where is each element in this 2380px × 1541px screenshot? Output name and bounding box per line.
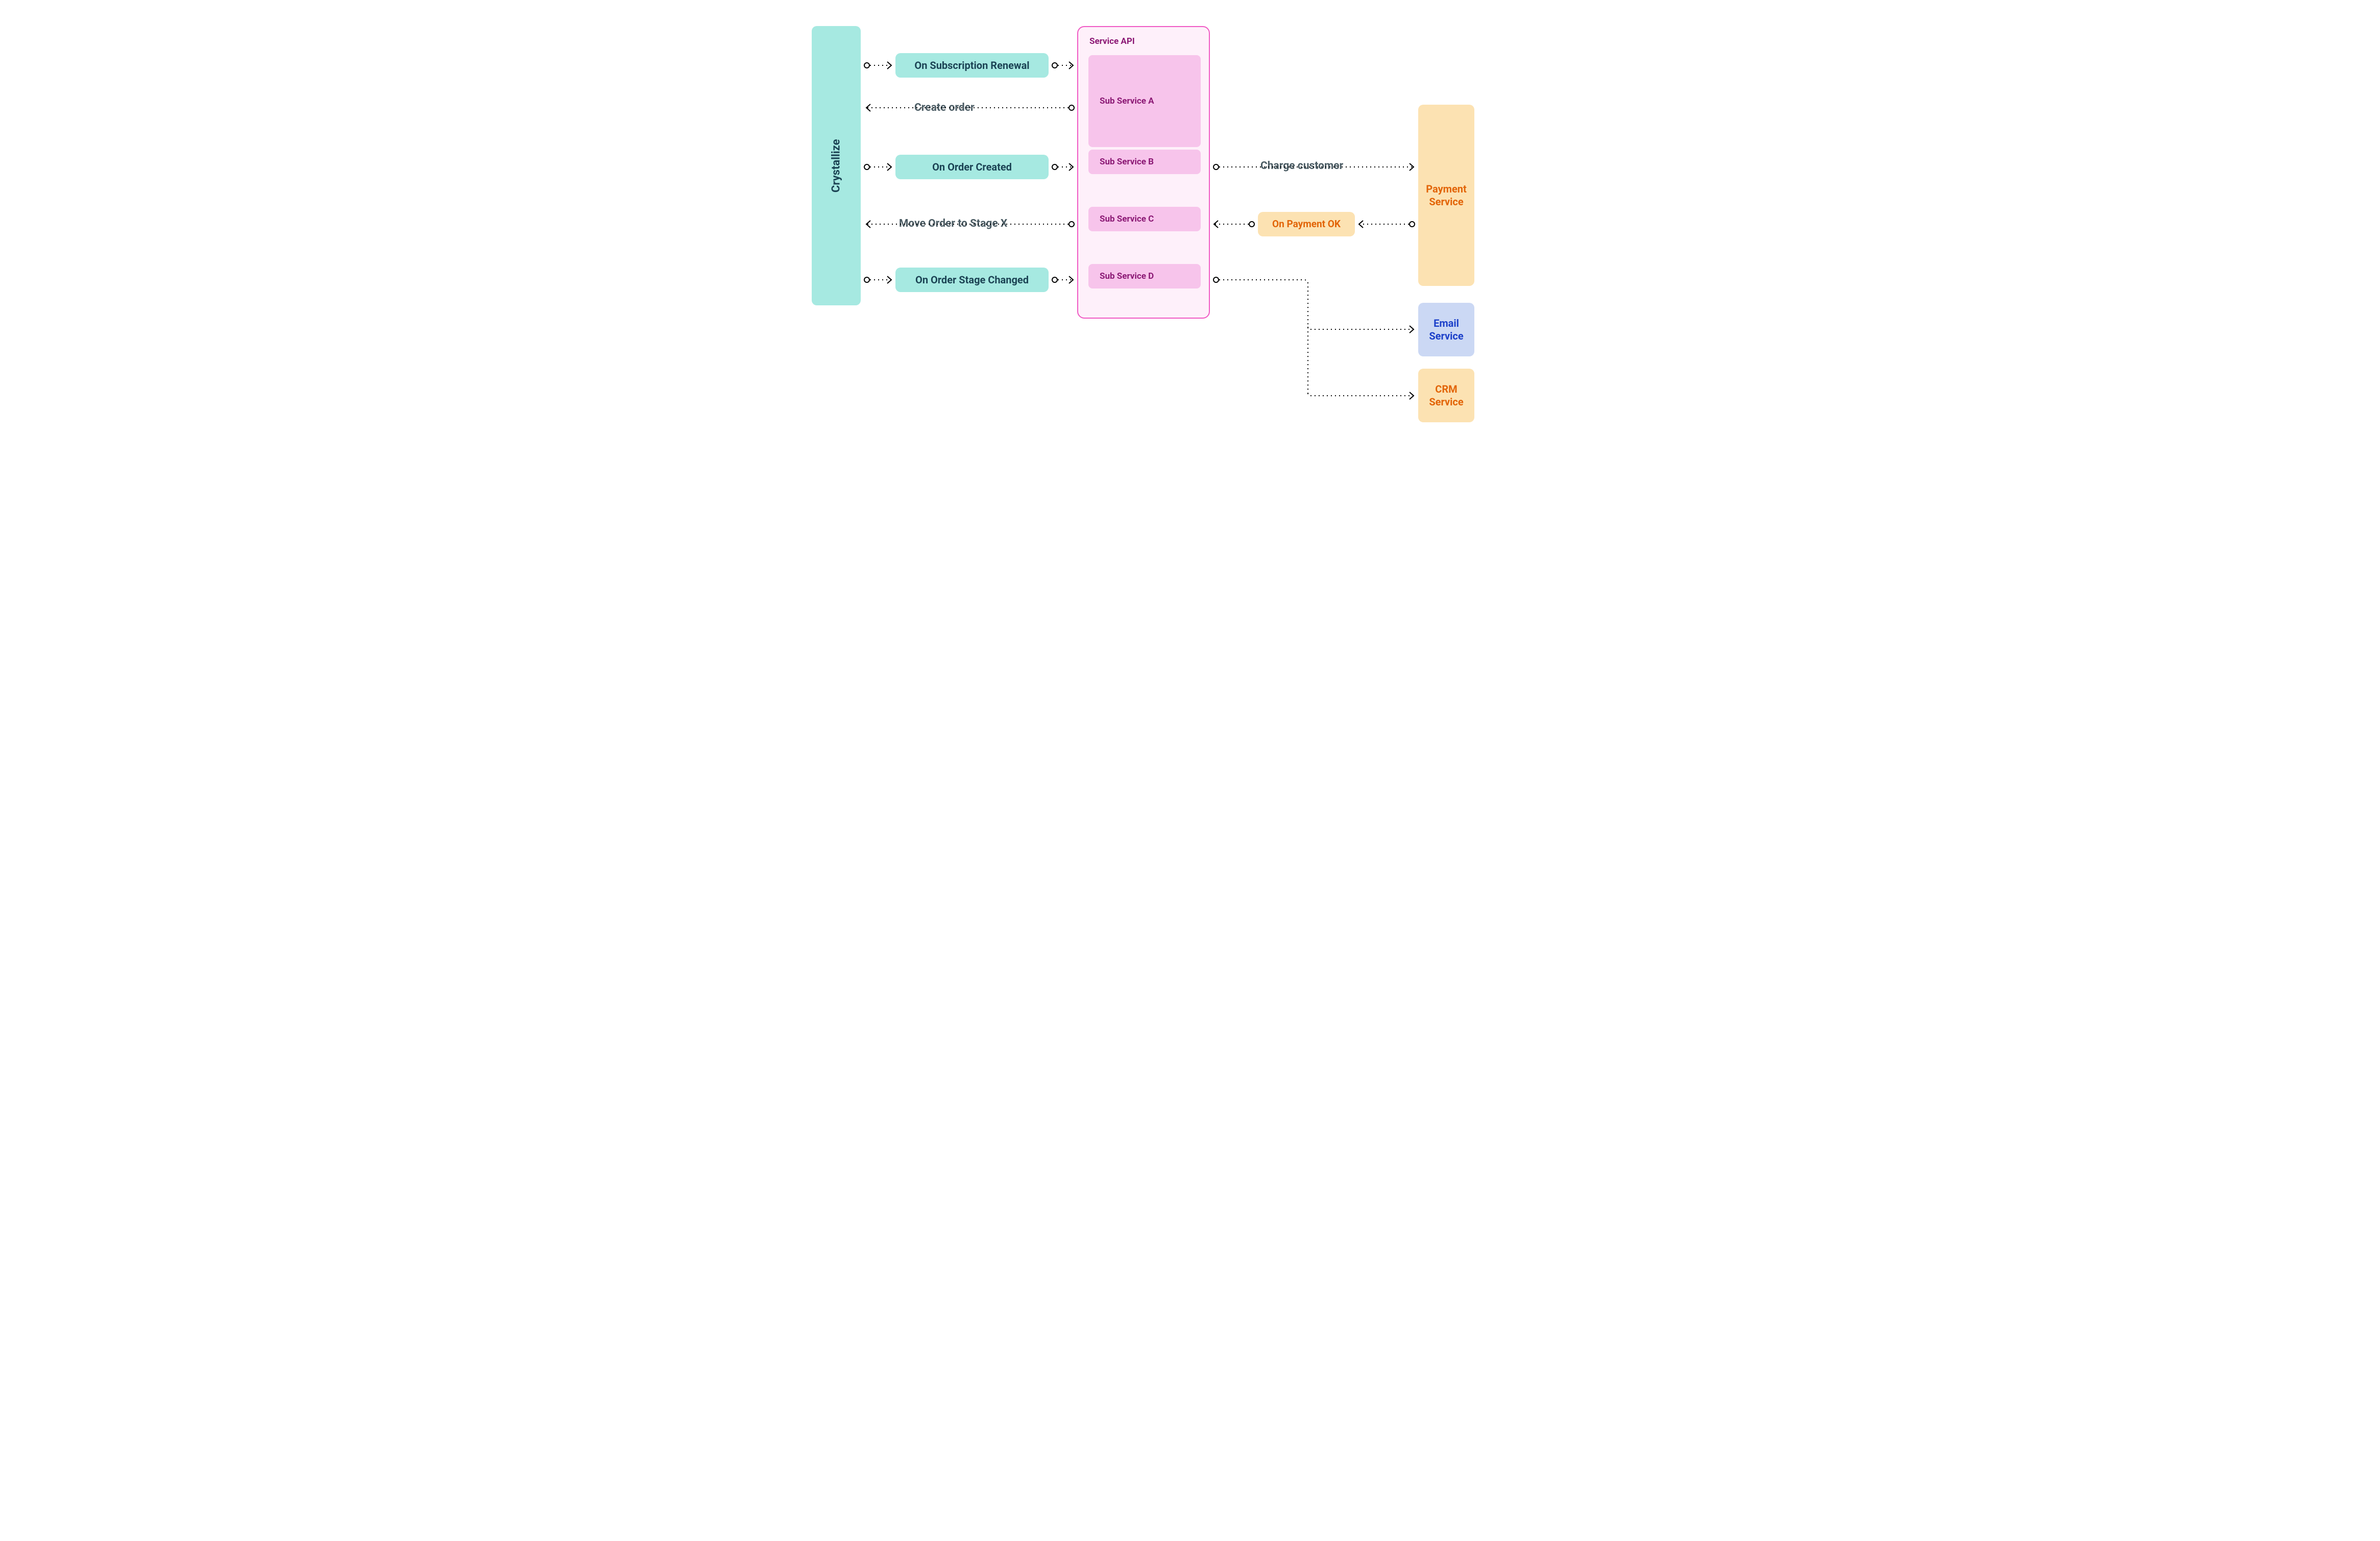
port-icon: [1213, 164, 1219, 170]
sub-service-d: Sub Service D: [1088, 264, 1201, 288]
connector-line: [1219, 280, 1308, 393]
payment-service-box: Payment Service: [1418, 105, 1474, 286]
event-on-payment-ok: On Payment OK: [1258, 212, 1355, 236]
service-api-title: Service API: [1089, 36, 1135, 46]
diagram-stage: Crystallize On Subscription Renewal On O…: [793, 0, 1587, 514]
port-icon: [1069, 105, 1074, 110]
event-label: On Payment OK: [1272, 218, 1341, 230]
arrow-left-icon: [866, 104, 870, 111]
sub-service-a: Sub Service A: [1088, 55, 1201, 147]
arrow-right-icon: [887, 62, 891, 69]
email-service-box: Email Service: [1418, 303, 1474, 356]
action-label-create-order: Create order: [913, 102, 976, 114]
arrow-right-icon: [887, 163, 891, 171]
port-icon: [1052, 63, 1057, 68]
sub-service-label: Sub Service A: [1100, 96, 1154, 106]
port-icon: [864, 164, 869, 170]
event-stage-changed: On Order Stage Changed: [895, 268, 1049, 292]
crystallize-label: Crystallize: [829, 139, 843, 192]
service-label: Payment Service: [1421, 183, 1471, 208]
sub-service-c: Sub Service C: [1088, 207, 1201, 231]
sub-service-label: Sub Service D: [1100, 271, 1154, 281]
arrow-left-icon: [1359, 221, 1363, 228]
action-label-charge: Charge customer: [1259, 160, 1344, 172]
arrow-right-icon: [1410, 163, 1414, 171]
arrow-right-icon: [1069, 62, 1073, 69]
port-icon: [864, 277, 869, 282]
arrow-right-icon: [887, 276, 891, 283]
sub-service-label: Sub Service B: [1100, 157, 1154, 167]
arrow-left-icon: [866, 221, 870, 228]
port-icon: [1249, 222, 1254, 227]
event-subscription-renewal: On Subscription Renewal: [895, 53, 1049, 78]
arrow-left-icon: [1214, 221, 1218, 228]
arrow-right-icon: [1410, 326, 1414, 333]
arrow-right-icon: [1069, 276, 1073, 283]
service-api-panel: Service API Sub Service A Sub Service B …: [1077, 26, 1210, 319]
port-icon: [1069, 222, 1074, 227]
crm-service-box: CRM Service: [1418, 369, 1474, 422]
port-icon: [1052, 164, 1057, 170]
port-icon: [1410, 222, 1415, 227]
event-label: On Order Stage Changed: [915, 274, 1029, 286]
event-label: On Order Created: [932, 161, 1012, 174]
connector-line: [1308, 327, 1414, 329]
port-icon: [1213, 277, 1219, 282]
sub-service-b: Sub Service B: [1088, 150, 1201, 174]
event-label: On Subscription Renewal: [914, 59, 1029, 72]
service-label: CRM Service: [1421, 383, 1471, 408]
crystallize-box: Crystallize: [812, 26, 861, 305]
sub-service-label: Sub Service C: [1100, 214, 1154, 224]
service-label: Email Service: [1421, 317, 1471, 343]
port-icon: [864, 63, 869, 68]
action-label-move-order: Move Order to Stage X: [898, 218, 1008, 230]
event-order-created: On Order Created: [895, 155, 1049, 179]
arrow-right-icon: [1410, 392, 1414, 399]
arrow-right-icon: [1069, 163, 1073, 171]
port-icon: [1052, 277, 1057, 282]
connector-line: [1308, 393, 1414, 396]
